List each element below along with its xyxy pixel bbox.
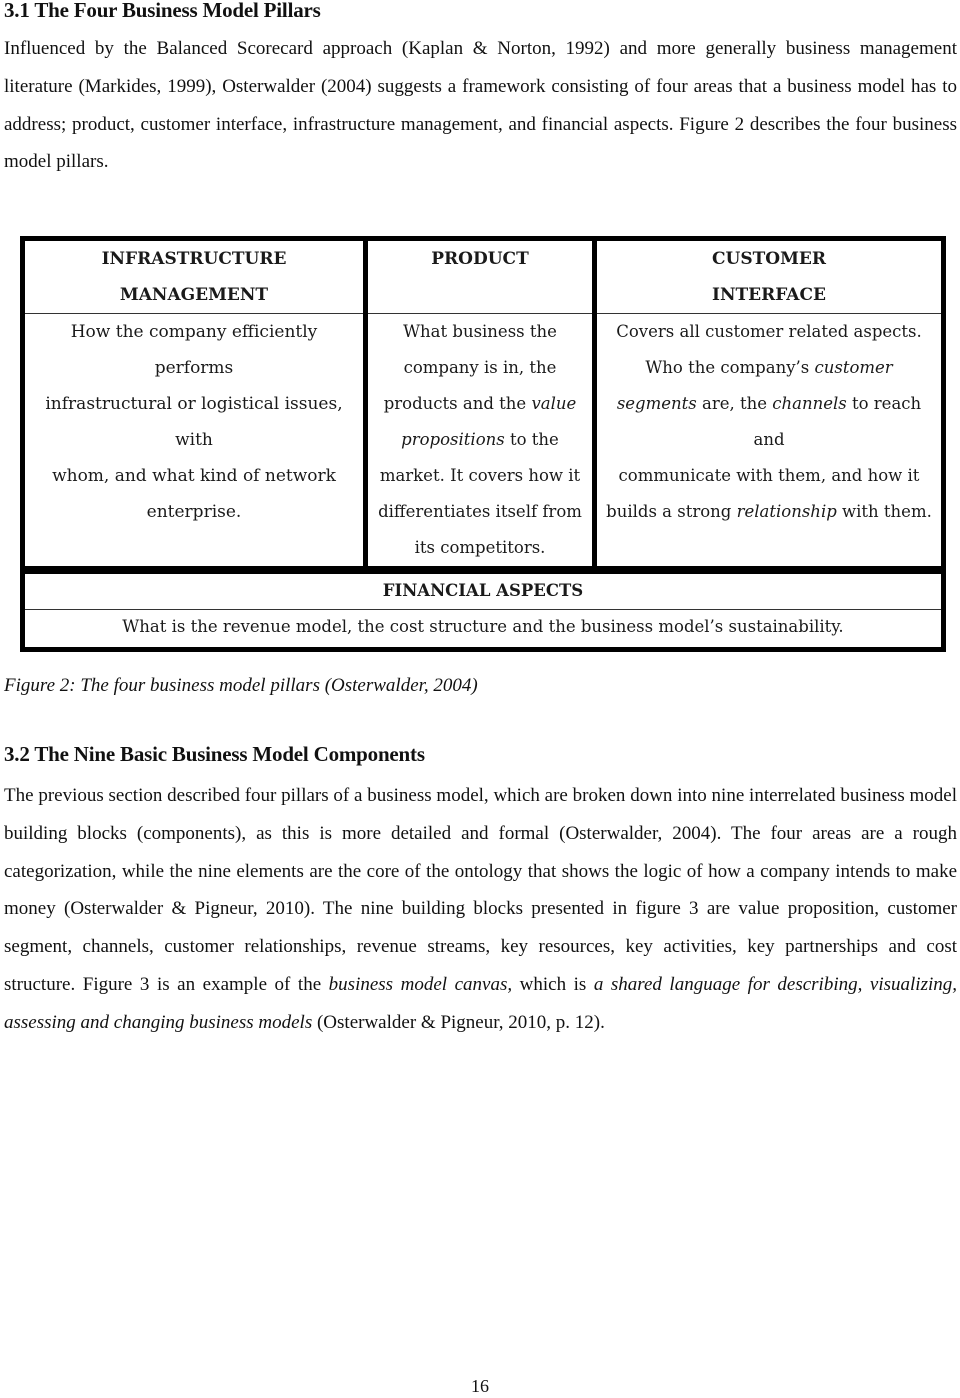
plain-text: builds a strong xyxy=(606,502,737,521)
section-heading-3-1: 3.1 The Four Business Model Pillars xyxy=(4,0,321,22)
emphasis-text: segments xyxy=(616,394,697,413)
plain-text: Covers all customer related aspects. xyxy=(616,322,922,341)
page-number: 16 xyxy=(471,1376,489,1396)
pillar-description: How the company efficiently performs inf… xyxy=(25,314,363,530)
plain-text: with them. xyxy=(836,502,932,521)
pillars-row: INFRASTRUCTURE MANAGEMENT How the compan… xyxy=(25,241,941,566)
paragraph-text: The previous section described four pill… xyxy=(4,785,957,995)
description-line: market. It covers how it xyxy=(372,458,588,494)
description-line: segments are, the channels to reach and xyxy=(601,386,937,458)
pillar-title-line: CUSTOMER xyxy=(712,249,826,269)
pillar-customer-interface: CUSTOMER INTERFACE Covers all customer r… xyxy=(597,241,941,566)
document-page: 3.1 The Four Business Model Pillars Infl… xyxy=(0,0,960,1398)
description-line: company is in, the xyxy=(372,350,588,386)
plain-text: differentiates itself from xyxy=(378,502,582,521)
description-line: builds a strong relationship with them. xyxy=(601,494,937,530)
pillar-product: PRODUCT What business the company is in, … xyxy=(368,241,597,566)
plain-text: are, the xyxy=(696,394,773,413)
pillar-title: INFRASTRUCTURE MANAGEMENT xyxy=(25,241,363,314)
pillar-title-line: MANAGEMENT xyxy=(119,285,269,305)
description-line: communicate with them, and how it xyxy=(601,458,937,494)
description-line: products and the value xyxy=(372,386,588,422)
section-3-2-paragraph: The previous section described four pill… xyxy=(4,777,957,1042)
emphasis-text: relationship xyxy=(736,502,837,521)
emphasis-text: channels xyxy=(772,394,847,413)
plain-text: to the xyxy=(504,430,559,449)
pillar-financial-aspects-title: FINANCIAL ASPECTS xyxy=(25,574,941,610)
plain-text: What business the xyxy=(403,322,557,341)
figure-divider xyxy=(25,566,941,574)
pillar-title-line: PRODUCT xyxy=(431,249,529,269)
emphasis-text: value xyxy=(531,394,577,413)
pillar-description: Covers all customer related aspects. Who … xyxy=(597,314,941,530)
pillar-description: What business the company is in, the produ… xyxy=(368,314,592,566)
paragraph-text: (Osterwalder & Pigneur, 2010, p. 12). xyxy=(312,1011,605,1033)
paragraph-emphasis: business model canvas, xyxy=(328,973,513,995)
plain-text: its competitors. xyxy=(414,538,546,557)
section-heading-3-2: 3.2 The Nine Basic Business Model Compon… xyxy=(4,742,425,766)
plain-text: communicate with them, and how it xyxy=(618,466,920,485)
four-pillars-figure: INFRASTRUCTURE MANAGEMENT How the compan… xyxy=(20,236,946,652)
figure-caption: Figure 2: The four business model pillar… xyxy=(4,675,478,696)
plain-text: company is in, the xyxy=(403,358,557,377)
description-line: propositions to the xyxy=(372,422,588,458)
description-line: How the company efficiently performs xyxy=(70,322,318,378)
description-line: Covers all customer related aspects. xyxy=(601,314,937,350)
pillar-title: CUSTOMER INTERFACE xyxy=(597,241,941,314)
section-3-1-paragraph: Influenced by the Balanced Scorecard app… xyxy=(4,38,957,173)
description-line: its competitors. xyxy=(372,530,588,566)
pillar-infrastructure-management: INFRASTRUCTURE MANAGEMENT How the compan… xyxy=(25,241,368,566)
pillar-title-line: INFRASTRUCTURE xyxy=(101,249,287,269)
pillar-title: PRODUCT xyxy=(368,241,592,314)
pillar-financial-aspects-description: What is the revenue model, the cost stru… xyxy=(122,617,844,636)
description-line: differentiates itself from xyxy=(372,494,588,530)
emphasis-text: customer xyxy=(814,358,893,377)
description-line: infrastructural or logistical issues, wi… xyxy=(45,394,343,450)
description-line: Who the company’s customer xyxy=(601,350,937,386)
description-line: What business the xyxy=(372,314,588,350)
description-line: whom, and what kind of network xyxy=(52,466,336,486)
plain-text: products and the xyxy=(383,394,532,413)
emphasis-text: propositions xyxy=(401,430,505,449)
plain-text: market. It covers how it xyxy=(379,466,581,485)
paragraph-text: which is xyxy=(512,973,594,995)
description-line: enterprise. xyxy=(146,502,242,522)
pillar-title-line: INTERFACE xyxy=(712,285,826,305)
plain-text: Who the company’s xyxy=(645,358,815,377)
